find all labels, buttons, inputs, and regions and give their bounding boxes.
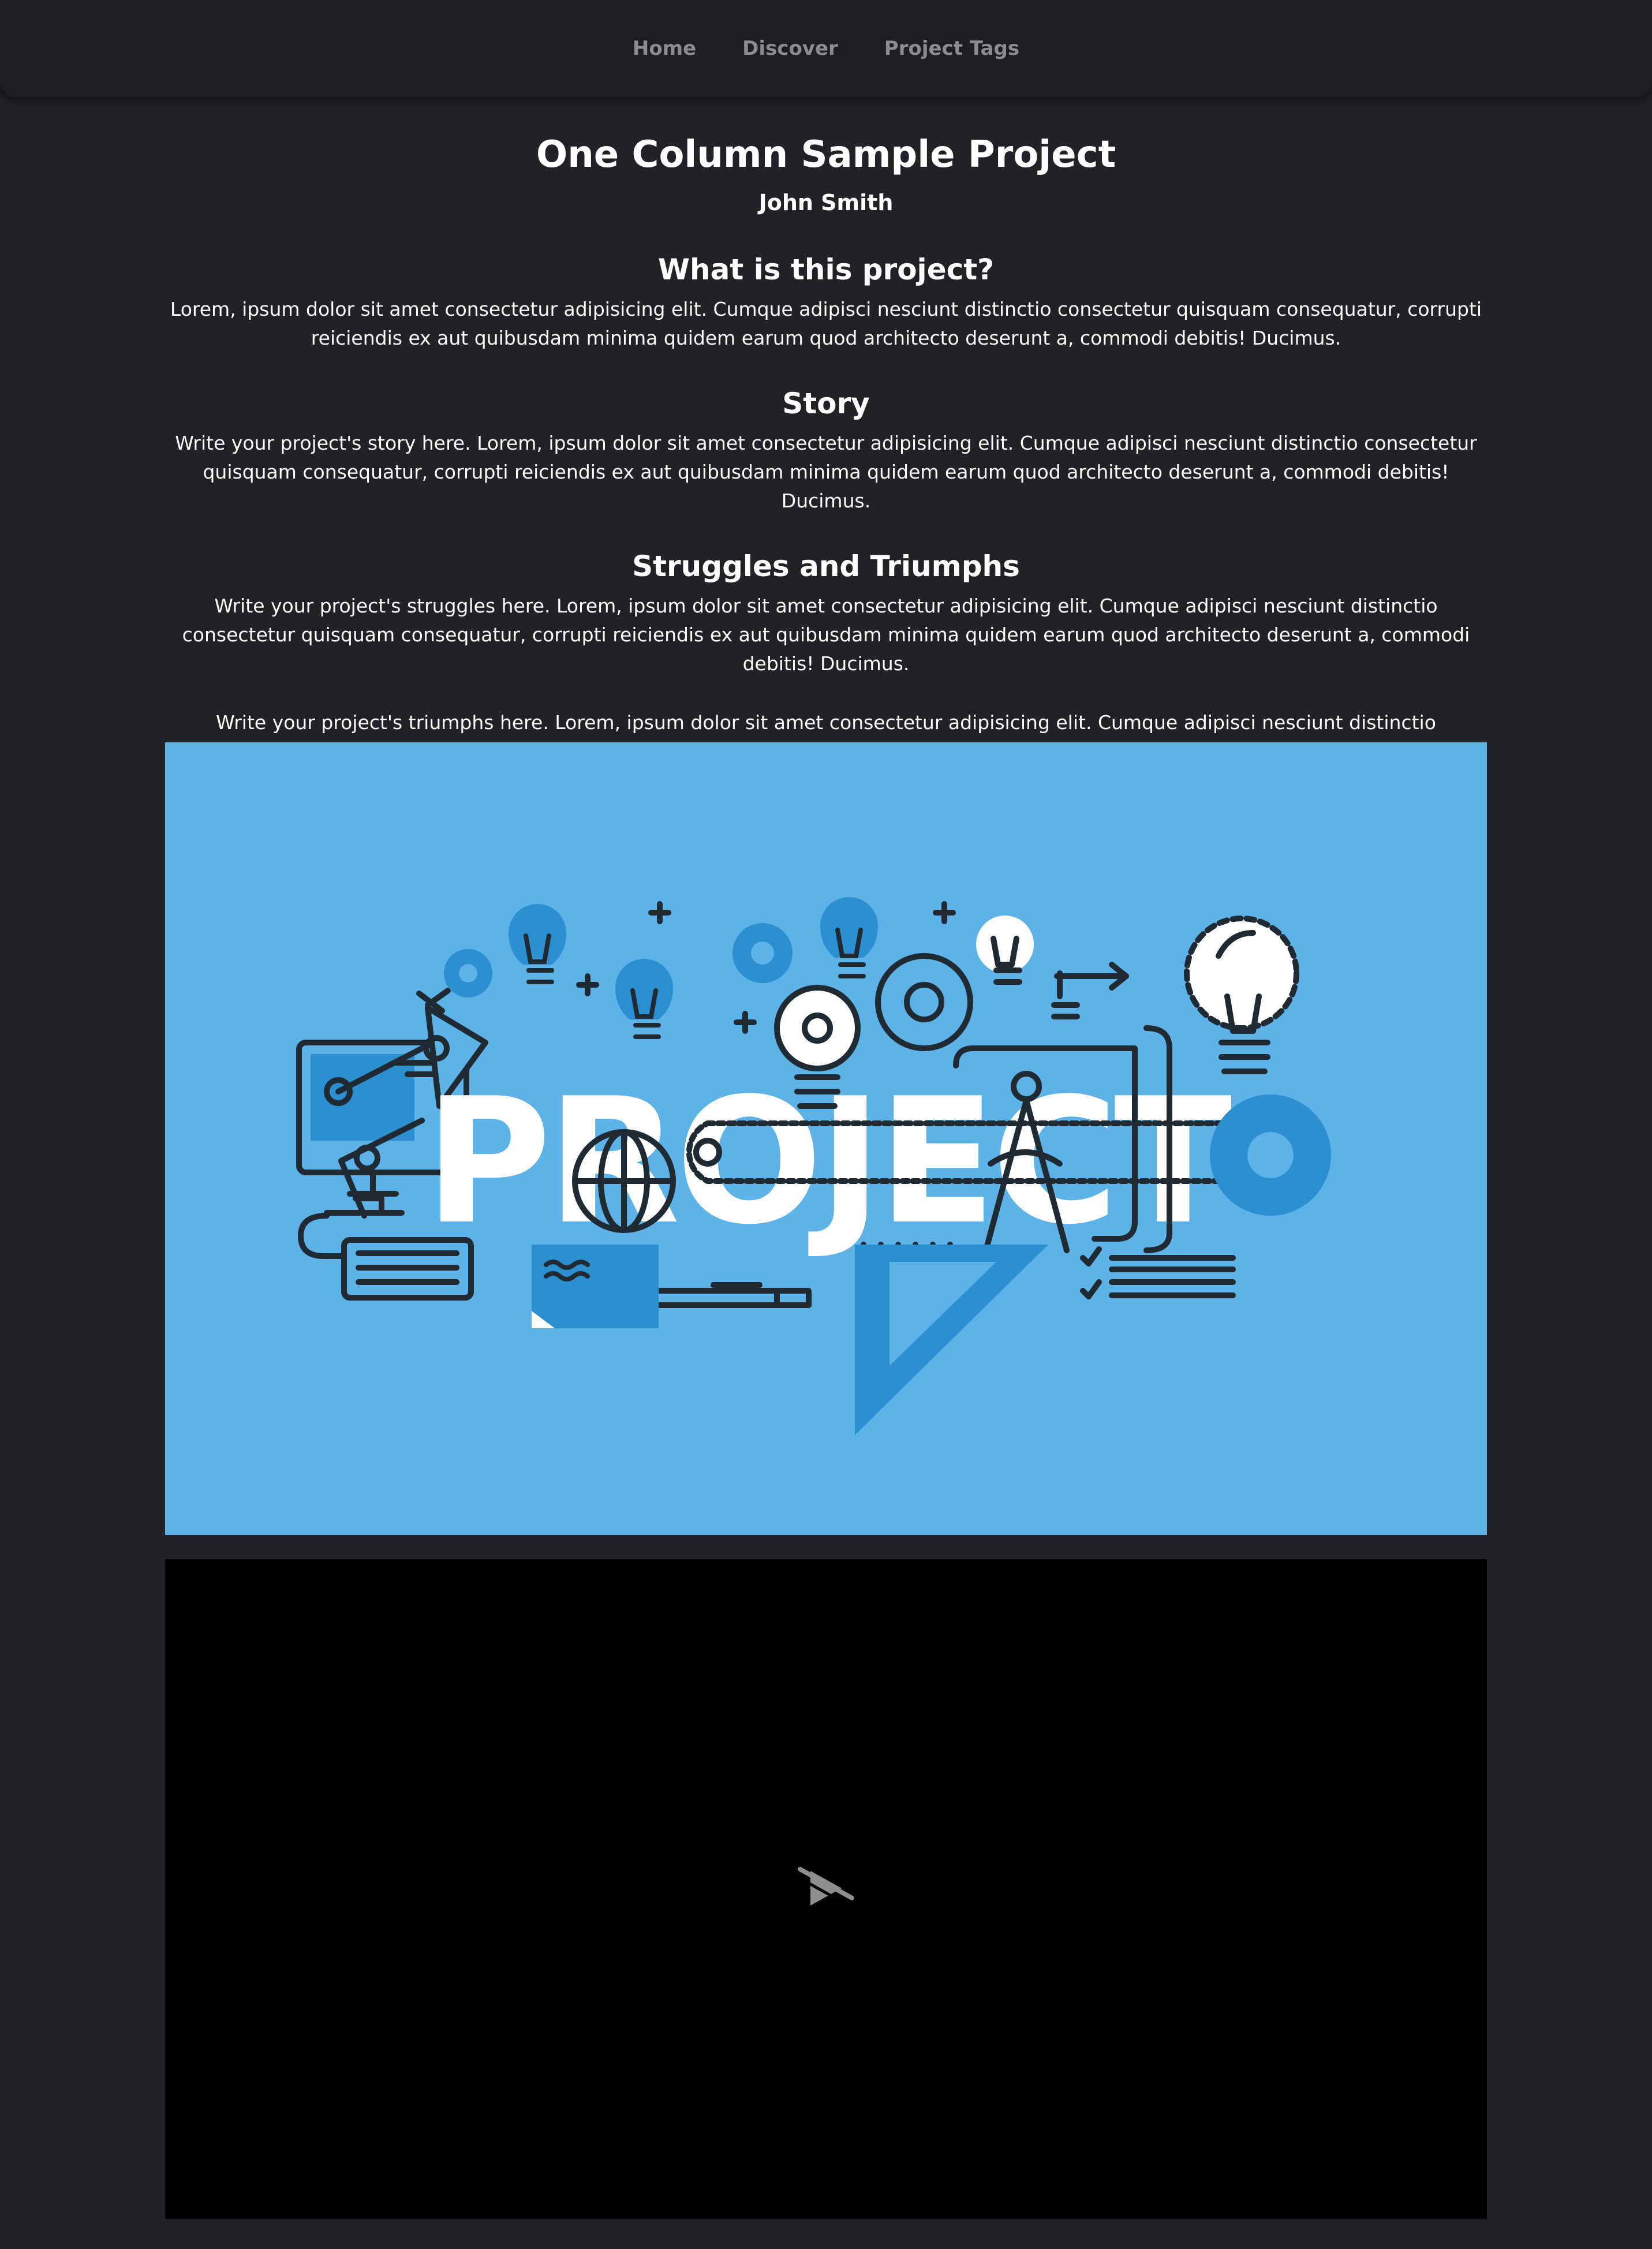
project-hero-image: PROJECT — [165, 742, 1487, 1535]
project-author: John Smith — [758, 189, 894, 215]
navbar: Home Discover Project Tags — [0, 0, 1652, 97]
nav-discover-link[interactable]: Discover — [742, 37, 838, 60]
project-title: One Column Sample Project — [536, 133, 1116, 176]
section-paragraph-story: Write your project's story here. Lorem, … — [175, 431, 1477, 512]
section-heading-what: What is this project? — [657, 252, 995, 286]
section-paragraph-what: Lorem, ipsum dolor sit amet consectetur … — [170, 297, 1482, 349]
nav-project-tags-link[interactable]: Project Tags — [884, 37, 1019, 60]
section-heading-struggles: Struggles and Triumphs — [632, 549, 1020, 583]
nav-home-link[interactable]: Home — [633, 37, 696, 60]
section-paragraph-struggles: Write your project's struggles here. Lor… — [182, 594, 1470, 675]
project-content: One Column Sample Project John Smith Wha… — [165, 97, 1487, 795]
play-disabled-icon[interactable] — [794, 1856, 858, 1914]
section-heading-story: Story — [782, 386, 870, 420]
